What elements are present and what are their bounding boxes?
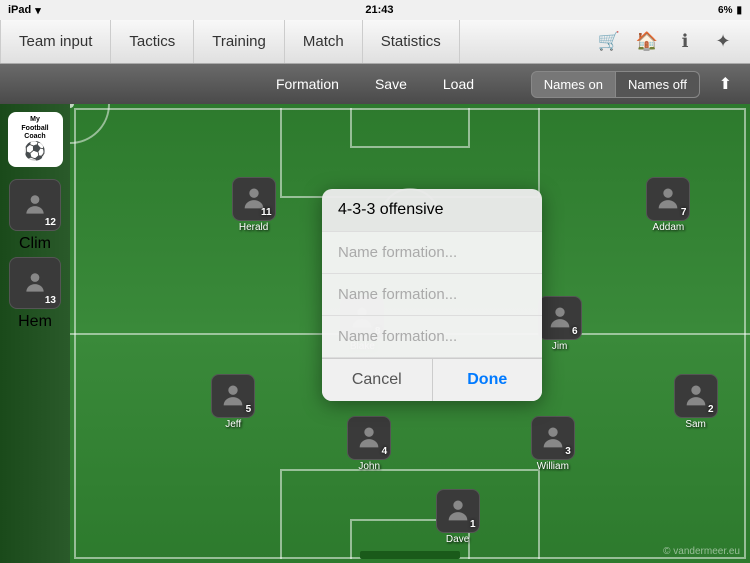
player-num-1: 1 [470, 519, 476, 530]
jersey-num: 13 [45, 295, 56, 306]
cart-icon[interactable]: 🛒 [594, 27, 624, 57]
player-token-1[interactable]: 1 Dave [436, 489, 480, 545]
status-left: iPad ▾ [8, 4, 41, 17]
device-label: iPad [8, 4, 31, 16]
status-right: 6% ▮ [718, 5, 742, 16]
status-bar: iPad ▾ 21:43 6% ▮ [0, 0, 750, 20]
battery-icon: ▮ [736, 5, 742, 16]
formation-name-input-1[interactable]: Name formation... [322, 232, 542, 274]
player-num-4: 4 [382, 446, 388, 457]
player-avatar-6: 6 [538, 296, 582, 340]
formation-name-input-2[interactable]: Name formation... [322, 274, 542, 316]
info-icon[interactable]: ℹ [670, 27, 700, 57]
copyright: © vandermeer.eu [663, 546, 740, 557]
player-token-3[interactable]: 3 William [531, 416, 575, 472]
wifi-icon: ▾ [35, 4, 41, 17]
load-button[interactable]: Load [425, 71, 492, 97]
player-name-1: Dave [446, 534, 469, 545]
side-player-13[interactable]: 13 [9, 257, 61, 309]
nav-tab-statistics[interactable]: Statistics [363, 20, 460, 63]
player-avatar-3: 3 [531, 416, 575, 460]
names-off-button[interactable]: Names off [616, 71, 700, 98]
logo-line1: My [30, 116, 40, 124]
player-avatar-4: 4 [347, 416, 391, 460]
player-num-6: 6 [572, 326, 578, 337]
player-name-11: Herald [239, 222, 268, 233]
center-dot [70, 104, 74, 108]
player-name-5: Jeff [225, 419, 241, 430]
formation-popup: 4-3-3 offensive Name formation... Name f… [322, 189, 542, 401]
battery-label: 6% [718, 5, 732, 16]
nav-tab-match[interactable]: Match [285, 20, 363, 63]
player-num-5: 5 [246, 404, 252, 415]
player-num-3: 3 [565, 446, 571, 457]
field: 11 Herald 7 Addam 8 Blake [70, 104, 750, 563]
popup-cancel-button[interactable]: Cancel [322, 359, 433, 401]
player-avatar-5: 5 [211, 374, 255, 418]
main-content: My Football Coach ⚽ 12 Clim 13 Hem [0, 104, 750, 563]
side-panel: My Football Coach ⚽ 12 Clim 13 Hem [0, 104, 70, 563]
player-num-7: 7 [681, 207, 687, 218]
nav-bar: Team inputTacticsTrainingMatchStatistics… [0, 20, 750, 64]
toolbar: Formation Save Load Names on Names off ⬆ [0, 64, 750, 104]
nav-tab-training[interactable]: Training [194, 20, 285, 63]
nav-tab-team-input[interactable]: Team input [0, 20, 111, 63]
player-num-2: 2 [708, 404, 714, 415]
player-name-2: Sam [685, 419, 706, 430]
nav-icons: 🛒 🏠 ℹ ✦ [594, 27, 750, 57]
formation-button[interactable]: Formation [258, 71, 357, 97]
jersey-num: 12 [45, 217, 56, 228]
player-num-11: 11 [261, 207, 272, 218]
player-name-3: William [537, 461, 569, 472]
status-time: 21:43 [365, 4, 393, 16]
bottom-stripe [360, 551, 460, 559]
popup-footer: Cancel Done [322, 358, 542, 401]
nav-tabs: Team inputTacticsTrainingMatchStatistics [0, 20, 594, 63]
player-token-2[interactable]: 2 Sam [674, 374, 718, 430]
logo: My Football Coach ⚽ [8, 112, 63, 167]
player-token-11[interactable]: 11 Herald [232, 177, 276, 233]
star-icon[interactable]: ✦ [708, 27, 738, 57]
player-name-4: John [358, 461, 380, 472]
player-token-6[interactable]: 6 Jim [538, 296, 582, 352]
logo-line2: Football [21, 125, 48, 133]
player-token-5[interactable]: 5 Jeff [211, 374, 255, 430]
player-name-6: Jim [552, 341, 568, 352]
player-avatar-11: 11 [232, 177, 276, 221]
formation-option-selected[interactable]: 4-3-3 offensive [322, 189, 542, 232]
home-icon[interactable]: 🏠 [632, 27, 662, 57]
side-player-name-12: Clim [19, 235, 51, 253]
side-player-name-13: Hem [18, 313, 52, 331]
player-name-7: Addam [653, 222, 685, 233]
names-buttons: Names on Names off [531, 71, 700, 98]
nav-tab-tactics[interactable]: Tactics [111, 20, 194, 63]
names-on-button[interactable]: Names on [531, 71, 616, 98]
player-avatar-1: 1 [436, 489, 480, 533]
popup-done-button[interactable]: Done [433, 359, 543, 401]
player-avatar-2: 2 [674, 374, 718, 418]
player-token-7[interactable]: 7 Addam [646, 177, 690, 233]
player-token-4[interactable]: 4 John [347, 416, 391, 472]
save-button[interactable]: Save [357, 71, 425, 97]
share-button[interactable]: ⬆ [711, 69, 740, 99]
player-avatar-7: 7 [646, 177, 690, 221]
goal-box-top [350, 108, 470, 148]
side-player-12[interactable]: 12 [9, 179, 61, 231]
formation-name-input-3[interactable]: Name formation... [322, 316, 542, 358]
